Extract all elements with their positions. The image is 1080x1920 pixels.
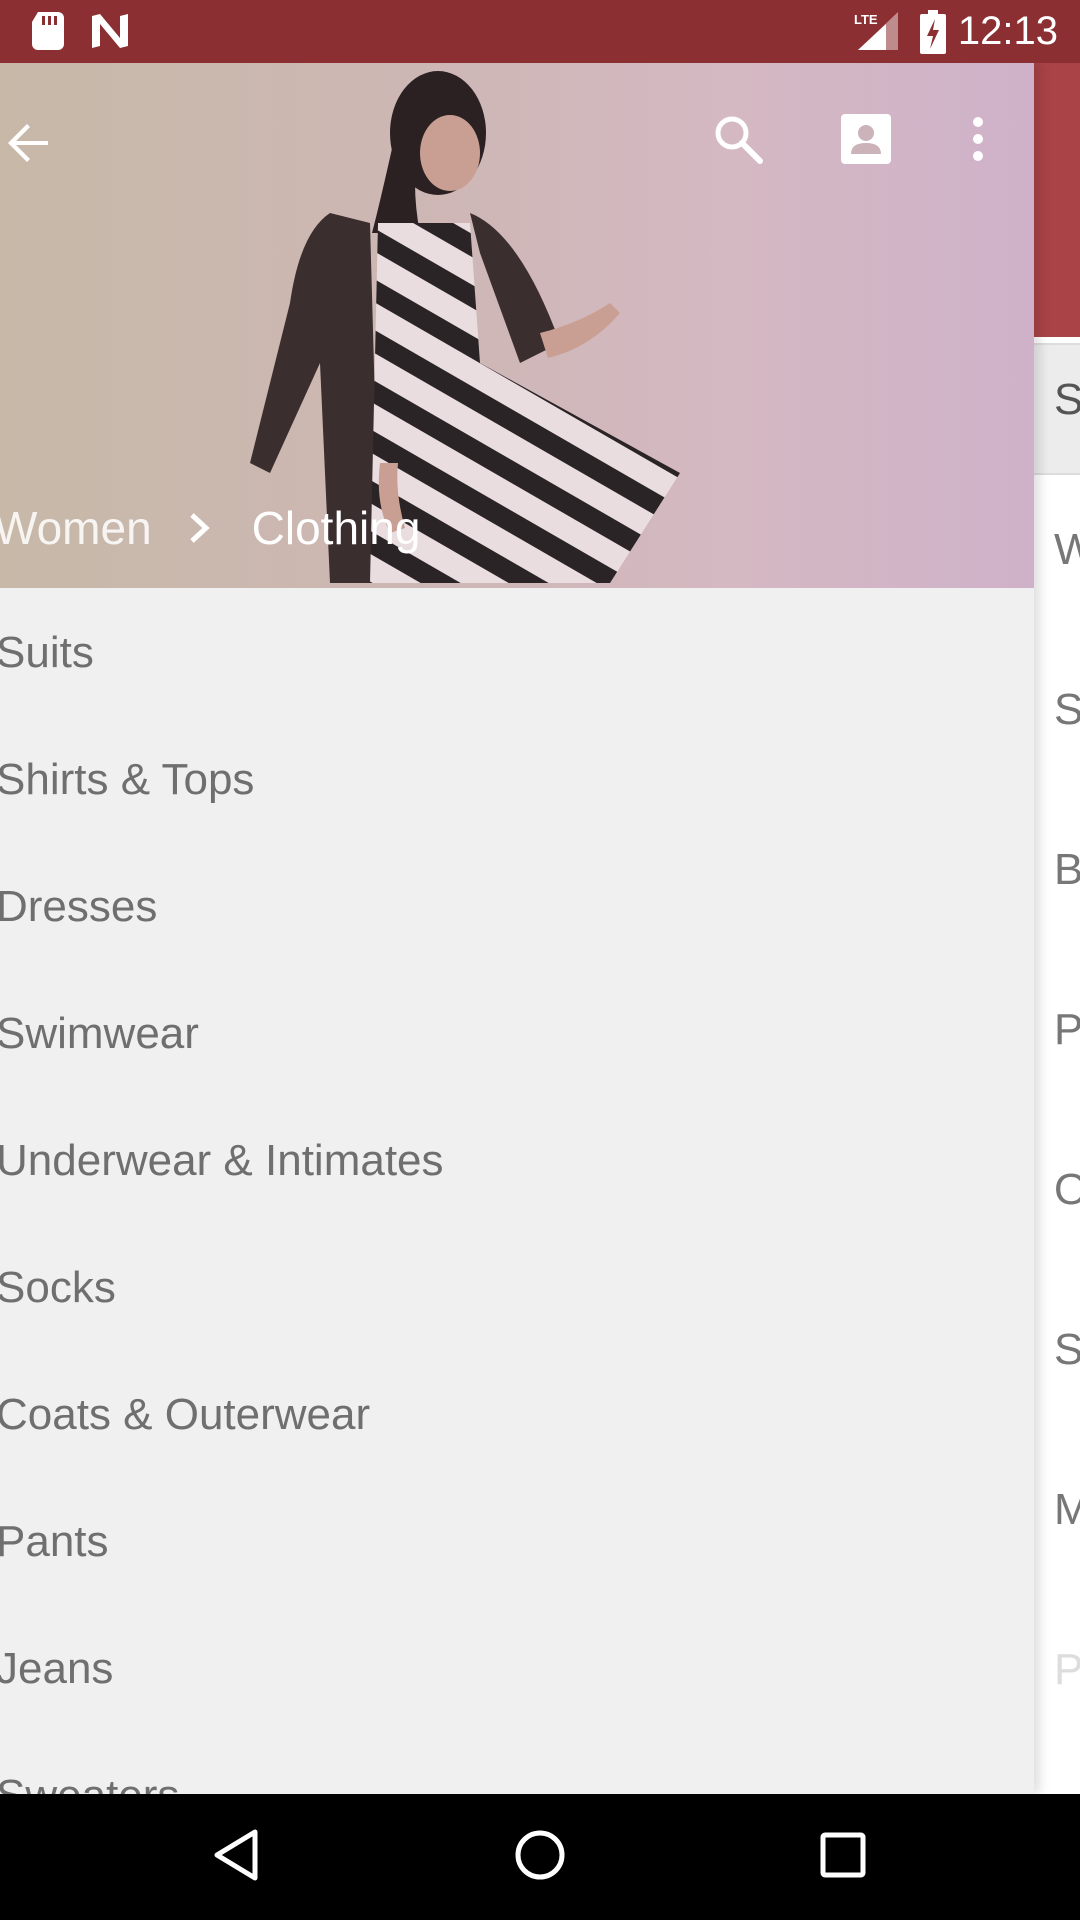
battery-charging-icon xyxy=(920,10,946,59)
category-item[interactable]: Suits xyxy=(0,598,1030,708)
category-item[interactable]: Swimwear xyxy=(0,979,1030,1089)
hero-banner: Women Clothing xyxy=(0,63,1034,588)
category-drawer: Women Clothing Suits Shirts & Tops Dress… xyxy=(0,63,1034,1794)
nav-back-button[interactable] xyxy=(203,1824,269,1890)
background-letter: P xyxy=(1054,1645,1080,1694)
back-triangle-icon xyxy=(211,1828,261,1887)
back-arrow-icon xyxy=(4,119,52,172)
search-button[interactable] xyxy=(710,113,766,169)
overflow-menu-icon xyxy=(970,116,986,167)
search-icon xyxy=(712,113,764,170)
category-item[interactable]: Coats & Outerwear xyxy=(0,1360,1030,1470)
home-circle-icon xyxy=(513,1828,567,1887)
category-item[interactable]: Sweaters xyxy=(0,1741,1030,1794)
status-bar: LTE 12:13 xyxy=(0,0,1080,63)
breadcrumb: Women Clothing xyxy=(0,493,420,563)
back-button[interactable] xyxy=(0,117,56,173)
account-icon xyxy=(841,113,891,169)
nav-recents-button[interactable] xyxy=(810,1824,876,1890)
breadcrumb-current: Clothing xyxy=(251,502,421,554)
notification-n-icon xyxy=(90,12,130,55)
recents-square-icon xyxy=(818,1830,868,1885)
nav-home-button[interactable] xyxy=(507,1824,573,1890)
background-header xyxy=(1034,63,1080,337)
background-letter: S xyxy=(1054,1325,1080,1374)
background-letter: O xyxy=(1054,1165,1080,1214)
category-item[interactable]: Pants xyxy=(0,1487,1030,1597)
background-letter: S xyxy=(1054,375,1080,424)
background-screen-peek[interactable]: S W S B P O S M P xyxy=(1034,63,1080,1794)
category-item[interactable]: Underwear & Intimates xyxy=(0,1106,1030,1216)
category-item[interactable]: Dresses xyxy=(0,852,1030,962)
chevron-right-icon xyxy=(188,508,218,548)
sd-card-icon xyxy=(32,12,64,55)
category-item[interactable]: Jeans xyxy=(0,1614,1030,1724)
category-item[interactable]: Shirts & Tops xyxy=(0,725,1030,835)
category-item[interactable]: Socks xyxy=(0,1233,1030,1343)
screen: LTE 12:13 S W S B P O S M P Women Clothi… xyxy=(0,0,1080,1920)
background-letter: W xyxy=(1054,525,1080,574)
background-letter: B xyxy=(1054,845,1080,894)
background-letter: S xyxy=(1054,685,1080,734)
breadcrumb-parent[interactable]: Women xyxy=(0,501,152,555)
lte-label: LTE xyxy=(854,12,878,27)
background-letter: P xyxy=(1054,1005,1080,1054)
signal-icon: LTE xyxy=(852,10,900,57)
clock: 12:13 xyxy=(957,9,1058,53)
navigation-bar xyxy=(0,1794,1080,1920)
overflow-menu-button[interactable] xyxy=(950,113,1006,169)
background-letter: M xyxy=(1054,1485,1080,1534)
account-button[interactable] xyxy=(838,113,894,169)
